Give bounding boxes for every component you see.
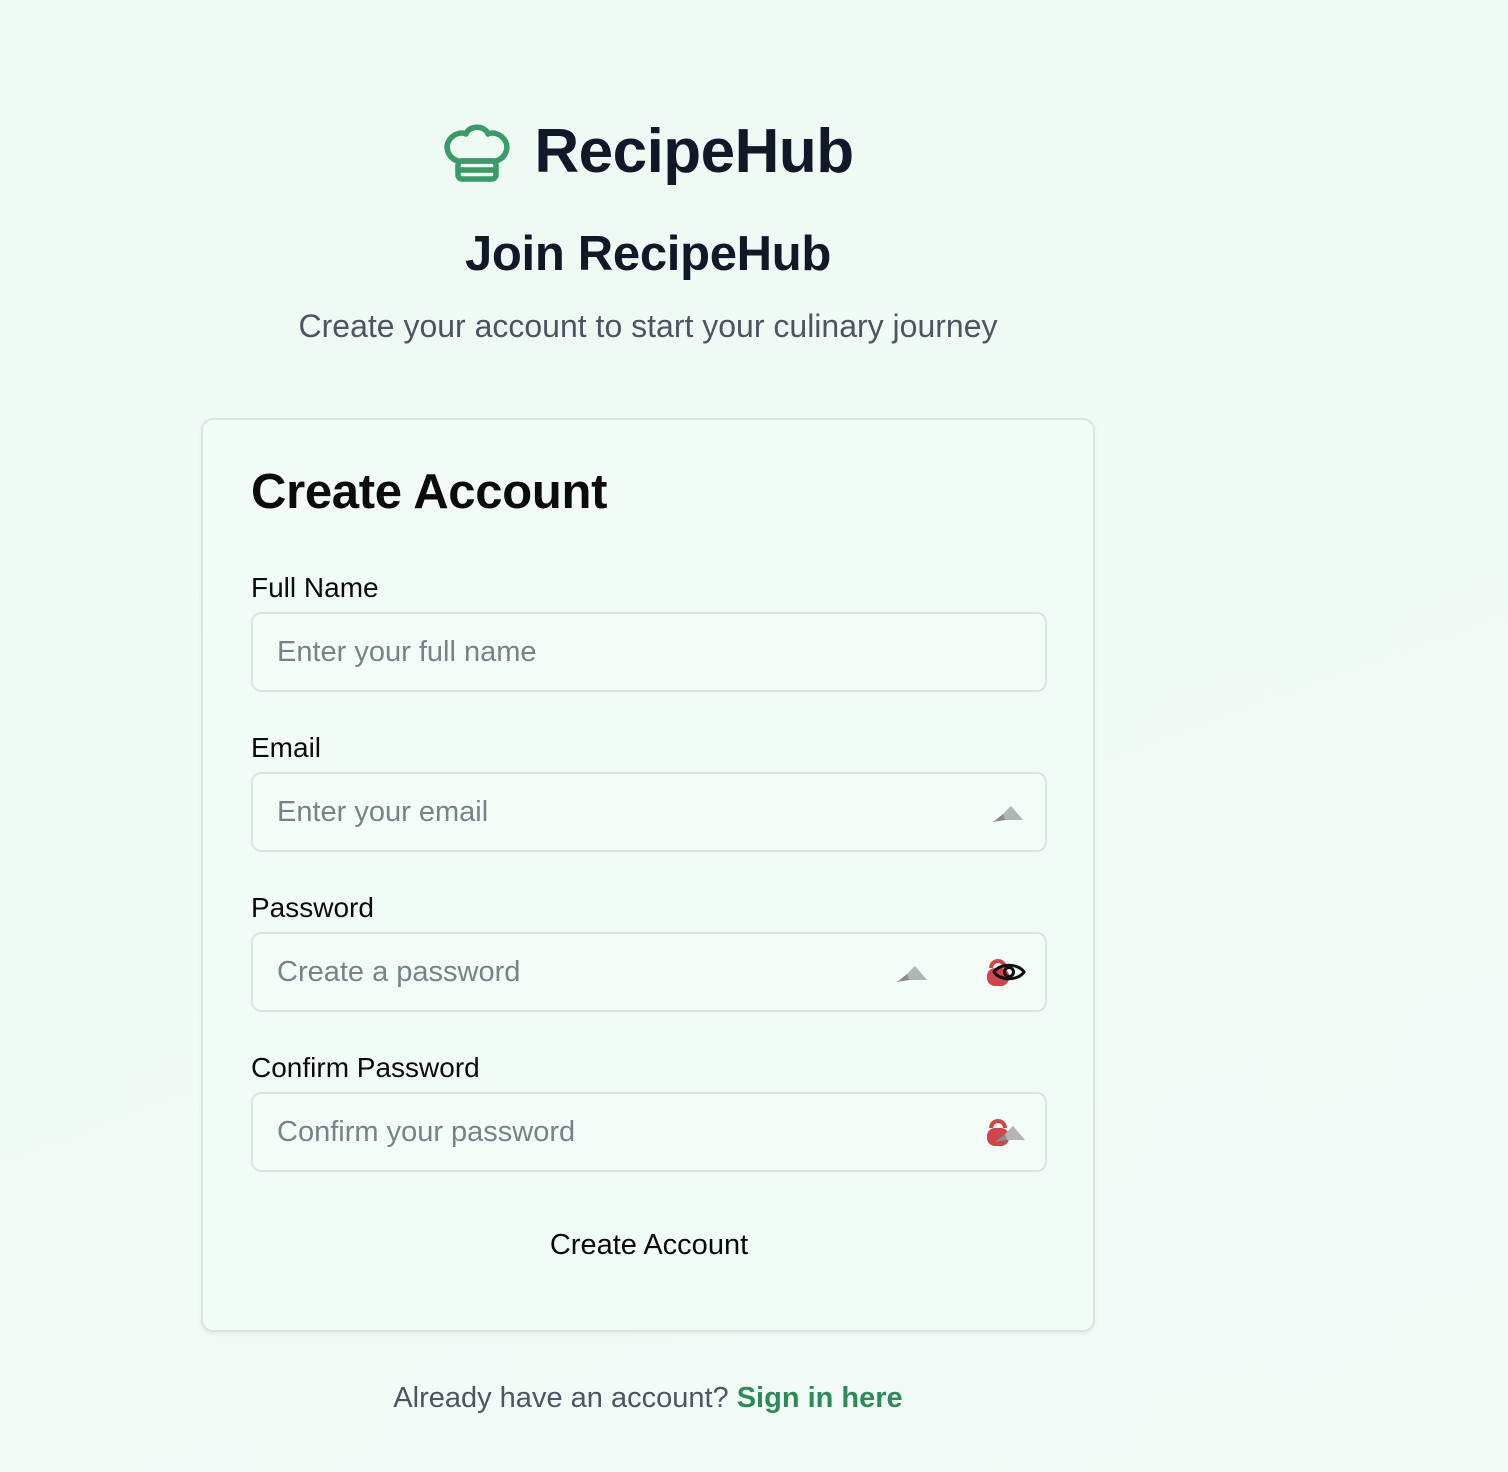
eye-icon[interactable] (989, 952, 1029, 992)
form-title: Create Account (251, 465, 608, 519)
create-account-button[interactable]: Create Account (251, 1220, 1047, 1270)
signin-prompt-text: Already have an account? (393, 1382, 729, 1414)
chef-hat-icon (442, 117, 512, 187)
password-input[interactable] (277, 934, 957, 1010)
password-field-wrapper (251, 932, 1047, 1012)
signup-form-card: Create Account Full Name Email Password (201, 418, 1095, 1332)
password-label: Password (251, 892, 374, 923)
full-name-input[interactable] (277, 614, 957, 690)
email-input[interactable] (277, 774, 957, 850)
page-title: Join RecipeHub (464, 227, 832, 281)
confirm-password-label: Confirm Password (251, 1052, 480, 1083)
signin-prompt: Already have an account? Sign in here (0, 1382, 1296, 1415)
full-name-label: Full Name (251, 572, 379, 603)
email-field-wrapper (251, 772, 1047, 852)
full-name-field-wrapper (251, 612, 1047, 692)
email-label: Email (251, 732, 322, 763)
signin-link[interactable]: Sign in here (737, 1382, 903, 1414)
page-subtitle: Create your account to start your culina… (298, 308, 998, 344)
confirm-password-field-wrapper (251, 1092, 1047, 1172)
autofill-icon[interactable] (991, 1112, 1031, 1152)
brand-name: RecipeHub (534, 117, 854, 186)
confirm-password-input[interactable] (277, 1094, 957, 1170)
autofill-icon[interactable] (989, 792, 1029, 832)
signup-page: RecipeHub Join RecipeHub Create your acc… (0, 0, 1508, 1472)
brand-header: RecipeHub (0, 116, 1296, 187)
autofill-icon[interactable] (893, 952, 933, 992)
